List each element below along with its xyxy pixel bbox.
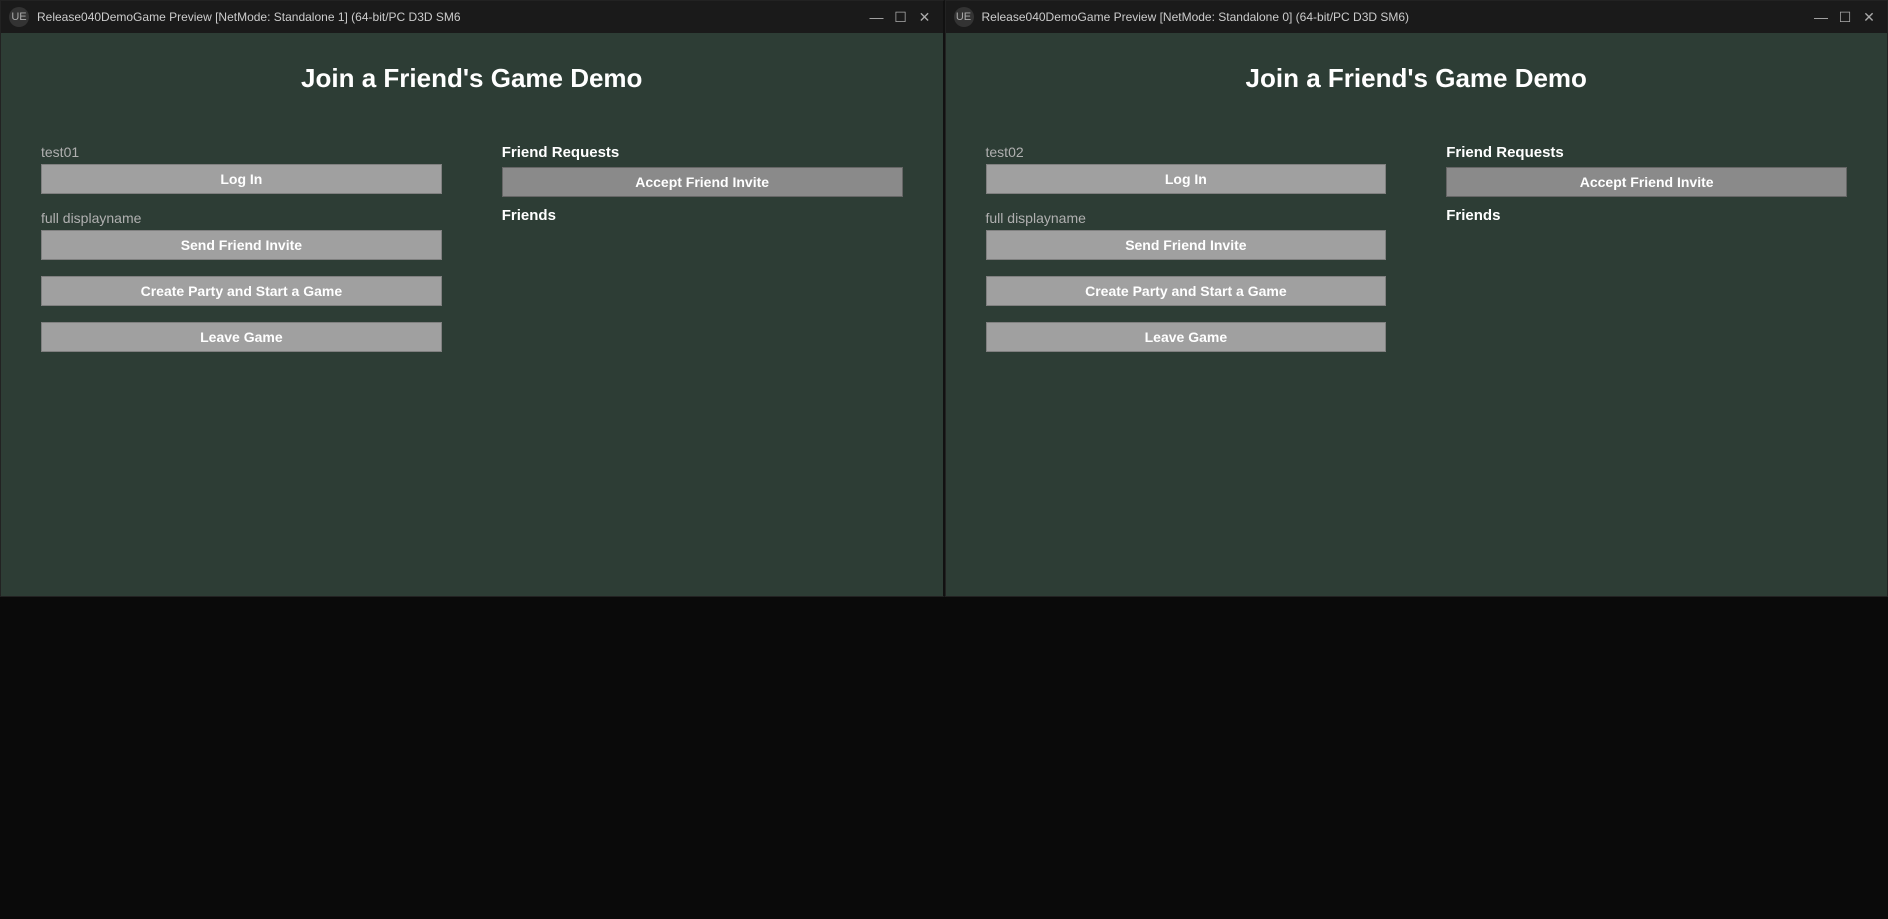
login-button-left[interactable]: Log In <box>41 164 442 194</box>
window-content-right: Join a Friend's Game Demo test02 Log In … <box>946 33 1888 596</box>
username-group-right: test02 Log In <box>986 144 1387 194</box>
send-invite-button-right[interactable]: Send Friend Invite <box>986 230 1387 260</box>
friend-requests-label-left: Friend Requests <box>502 144 903 161</box>
friend-invite-group-right: full displayname Send Friend Invite <box>986 210 1387 260</box>
friends-group-left: Friends <box>502 207 903 228</box>
titlebar-right-section: UE Release040DemoGame Preview [NetMode: … <box>954 7 1410 27</box>
friends-label-left: Friends <box>502 207 903 224</box>
window-content-left: Join a Friend's Game Demo test01 Log In … <box>1 33 943 596</box>
main-layout-left: test01 Log In full displayname Send Frie… <box>41 144 903 352</box>
maximize-button-right[interactable]: ☐ <box>1835 7 1855 27</box>
ue-logo-text-right: UE <box>956 11 971 23</box>
game-title-right: Join a Friend's Game Demo <box>986 63 1848 94</box>
leave-game-button-right[interactable]: Leave Game <box>986 322 1387 352</box>
maximize-button-left[interactable]: ☐ <box>891 7 911 27</box>
titlebar-left-section: UE Release040DemoGame Preview [NetMode: … <box>9 7 461 27</box>
bottom-bar <box>0 597 1888 919</box>
titlebar-left: UE Release040DemoGame Preview [NetMode: … <box>1 1 943 33</box>
login-button-right[interactable]: Log In <box>986 164 1387 194</box>
right-panel-right: Friend Requests Accept Friend Invite Fri… <box>1446 144 1847 352</box>
minimize-button-right[interactable]: — <box>1811 7 1831 27</box>
titlebar-right: UE Release040DemoGame Preview [NetMode: … <box>946 1 1888 33</box>
ue-logo-text: UE <box>11 11 26 23</box>
ue-logo-right: UE <box>954 7 974 27</box>
leave-game-button-left[interactable]: Leave Game <box>41 322 442 352</box>
accept-invite-button-right[interactable]: Accept Friend Invite <box>1446 167 1847 197</box>
friends-group-right: Friends <box>1446 207 1847 228</box>
friend-invite-label-right: full displayname <box>986 210 1387 226</box>
ue-logo-left: UE <box>9 7 29 27</box>
window-left: UE Release040DemoGame Preview [NetMode: … <box>0 0 945 597</box>
window-right: UE Release040DemoGame Preview [NetMode: … <box>945 0 1888 597</box>
titlebar-title-right: Release040DemoGame Preview [NetMode: Sta… <box>982 10 1410 24</box>
friend-requests-group-left: Friend Requests Accept Friend Invite <box>502 144 903 197</box>
username-group-left: test01 Log In <box>41 144 442 194</box>
windows-row: UE Release040DemoGame Preview [NetMode: … <box>0 0 1888 597</box>
right-panel-left: Friend Requests Accept Friend Invite Fri… <box>502 144 903 352</box>
create-party-button-left[interactable]: Create Party and Start a Game <box>41 276 442 306</box>
friend-requests-group-right: Friend Requests Accept Friend Invite <box>1446 144 1847 197</box>
close-button-right[interactable]: ✕ <box>1859 7 1879 27</box>
close-button-left[interactable]: ✕ <box>915 7 935 27</box>
friend-requests-label-right: Friend Requests <box>1446 144 1847 161</box>
left-panel-left: test01 Log In full displayname Send Frie… <box>41 144 442 352</box>
titlebar-controls-right: — ☐ ✕ <box>1811 7 1879 27</box>
game-title-left: Join a Friend's Game Demo <box>41 63 903 94</box>
friends-label-right: Friends <box>1446 207 1847 224</box>
titlebar-title-left: Release040DemoGame Preview [NetMode: Sta… <box>37 10 461 24</box>
titlebar-controls-left: — ☐ ✕ <box>867 7 935 27</box>
friend-invite-label-left: full displayname <box>41 210 442 226</box>
left-panel-right: test02 Log In full displayname Send Frie… <box>986 144 1387 352</box>
main-layout-right: test02 Log In full displayname Send Frie… <box>986 144 1848 352</box>
minimize-button-left[interactable]: — <box>867 7 887 27</box>
accept-invite-button-left[interactable]: Accept Friend Invite <box>502 167 903 197</box>
send-invite-button-left[interactable]: Send Friend Invite <box>41 230 442 260</box>
friend-invite-group-left: full displayname Send Friend Invite <box>41 210 442 260</box>
create-party-button-right[interactable]: Create Party and Start a Game <box>986 276 1387 306</box>
username-label-right: test02 <box>986 144 1387 160</box>
username-label-left: test01 <box>41 144 442 160</box>
